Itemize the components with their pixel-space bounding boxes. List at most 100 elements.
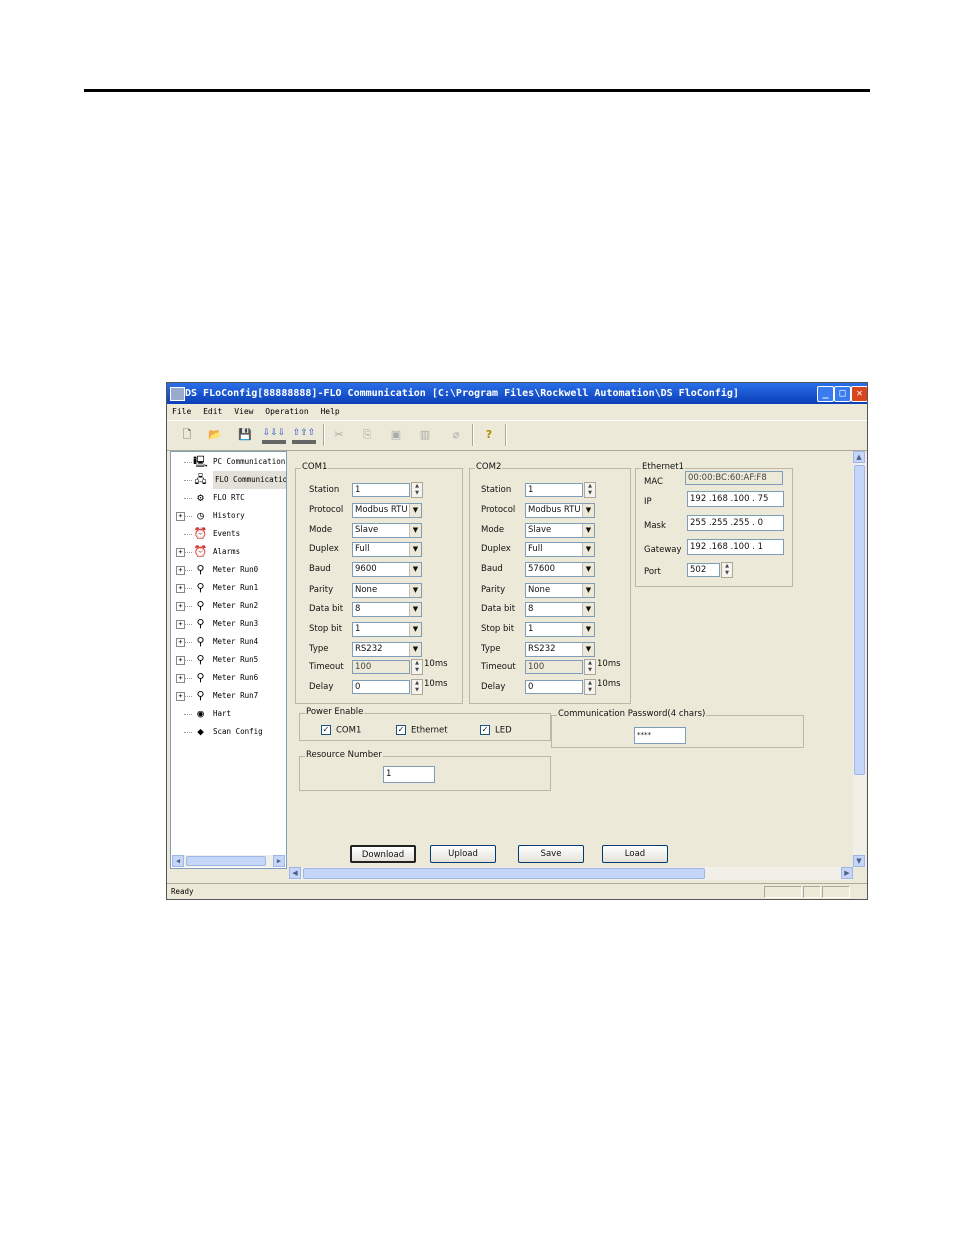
scroll-right-icon[interactable]: ▶ — [273, 855, 285, 867]
com1-station-field[interactable]: 1 — [352, 483, 410, 497]
help-icon[interactable]: ? — [479, 426, 499, 444]
com2-parity-select[interactable]: None ▼ — [525, 583, 595, 598]
com2-timeout-spinner[interactable]: ▲ ▼ — [584, 659, 596, 675]
menu-edit[interactable]: Edit — [203, 404, 222, 420]
ethernet-power-checkbox[interactable]: ✓ Ethernet — [396, 725, 448, 736]
dropdown-arrow-icon[interactable]: ▼ — [582, 623, 594, 636]
download-device-icon[interactable]: ⇩⇩⇩ — [262, 426, 286, 444]
com2-duplex-select[interactable]: Full ▼ — [525, 542, 595, 557]
tree-connector — [184, 624, 192, 625]
close-button[interactable]: ✕ — [851, 386, 867, 402]
menu-view[interactable]: View — [234, 404, 253, 420]
com2-stopbit-select[interactable]: 1 ▼ — [525, 622, 595, 637]
menu-help[interactable]: Help — [320, 404, 339, 420]
com2-baud-select[interactable]: 57600 ▼ — [525, 562, 595, 577]
com2-parity-value: None — [528, 585, 551, 595]
title-bar[interactable]: DS FLoConfig[88888888]-FLO Communication… — [167, 383, 867, 404]
page-rule — [84, 89, 870, 92]
com2-databit-label: Data bit — [481, 604, 516, 614]
dropdown-arrow-icon[interactable]: ▼ — [582, 524, 594, 537]
scroll-down-icon[interactable]: ▼ — [853, 855, 865, 867]
tree-horizontal-scrollbar[interactable]: ◀ ▶ — [172, 855, 285, 867]
dropdown-arrow-icon[interactable]: ▼ — [582, 643, 594, 656]
com2-protocol-value: Modbus RTU — [528, 505, 581, 515]
com2-delay-field[interactable]: 0 — [525, 680, 583, 694]
paste-special-icon[interactable]: ▥ — [415, 426, 435, 444]
panel-vertical-scrollbar[interactable]: ▲ ▼ — [853, 451, 866, 867]
dropdown-arrow-icon[interactable]: ▼ — [582, 504, 594, 517]
paste-icon[interactable]: ▣ — [386, 426, 406, 444]
mask-field[interactable]: 255 .255 .255 . 0 — [687, 515, 784, 531]
com1-power-checkbox[interactable]: ✓ COM1 — [321, 725, 361, 736]
tree-item-label: Meter Run7 — [213, 691, 259, 700]
dropdown-arrow-icon[interactable]: ▼ — [409, 563, 421, 576]
dropdown-arrow-icon[interactable]: ▼ — [582, 543, 594, 556]
resource-number-field[interactable]: 1 — [383, 766, 435, 783]
com2-protocol-select[interactable]: Modbus RTU ▼ — [525, 503, 595, 518]
upload-button[interactable]: Upload — [430, 845, 496, 863]
com1-timeout-field[interactable]: 100 — [352, 660, 410, 674]
upload-device-icon[interactable]: ⇧⇧⇧ — [292, 426, 316, 444]
dropdown-arrow-icon[interactable]: ▼ — [409, 643, 421, 656]
com1-station-spinner[interactable]: ▲ ▼ — [411, 482, 423, 498]
com1-timeout-spinner[interactable]: ▲ ▼ — [411, 659, 423, 675]
com2-station-spinner[interactable]: ▲ ▼ — [584, 482, 596, 498]
com1-type-select[interactable]: RS232 ▼ — [352, 642, 422, 657]
dropdown-arrow-icon[interactable]: ▼ — [582, 563, 594, 576]
com2-type-select[interactable]: RS232 ▼ — [525, 642, 595, 657]
com1-delay-field[interactable]: 0 — [352, 680, 410, 694]
ip-field[interactable]: 192 .168 .100 . 75 — [687, 491, 784, 507]
cut-icon[interactable]: ✂ — [329, 426, 349, 444]
scroll-left-icon[interactable]: ◀ — [172, 855, 184, 867]
panel-horizontal-scrollbar[interactable]: ◀ ▶ — [289, 867, 853, 880]
dropdown-arrow-icon[interactable]: ▼ — [409, 543, 421, 556]
menu-file[interactable]: File — [172, 404, 191, 420]
scroll-thumb[interactable] — [186, 856, 266, 866]
open-folder-icon[interactable]: 📂 — [205, 426, 225, 444]
maximize-button[interactable]: □ — [834, 386, 851, 402]
com2-timeout-field[interactable]: 100 — [525, 660, 583, 674]
dropdown-arrow-icon[interactable]: ▼ — [409, 524, 421, 537]
com1-baud-label: Baud — [309, 564, 331, 574]
copy-icon[interactable]: ⎘ — [357, 426, 377, 444]
password-field[interactable]: **** — [634, 727, 686, 744]
scroll-right-icon[interactable]: ▶ — [841, 867, 853, 879]
scroll-thumb[interactable] — [854, 465, 865, 775]
new-file-icon[interactable]: 🗋 — [177, 426, 197, 444]
com1-delay-unit: 10ms — [424, 679, 448, 689]
scroll-up-icon[interactable]: ▲ — [853, 451, 865, 463]
minimize-button[interactable]: _ — [817, 386, 834, 402]
load-button[interactable]: Load — [602, 845, 668, 863]
download-button[interactable]: Download — [350, 845, 416, 863]
com2-databit-select[interactable]: 8 ▼ — [525, 602, 595, 617]
save-button[interactable]: Save — [518, 845, 584, 863]
tree-connector — [184, 552, 192, 553]
mac-label: MAC — [644, 477, 663, 487]
dropdown-arrow-icon[interactable]: ▼ — [409, 623, 421, 636]
com1-protocol-select[interactable]: Modbus RTU ▼ — [352, 503, 422, 518]
com1-duplex-select[interactable]: Full ▼ — [352, 542, 422, 557]
dropdown-arrow-icon[interactable]: ▼ — [582, 584, 594, 597]
menu-operation[interactable]: Operation — [265, 404, 308, 420]
com1-baud-select[interactable]: 9600 ▼ — [352, 562, 422, 577]
com1-delay-spinner[interactable]: ▲ ▼ — [411, 679, 423, 695]
dropdown-arrow-icon[interactable]: ▼ — [582, 603, 594, 616]
eraser-icon[interactable]: ⌀ — [446, 426, 466, 444]
port-field[interactable]: 502 — [687, 563, 720, 577]
gateway-field[interactable]: 192 .168 .100 . 1 — [687, 539, 784, 555]
scroll-left-icon[interactable]: ◀ — [289, 867, 301, 879]
com1-mode-select[interactable]: Slave ▼ — [352, 523, 422, 538]
dropdown-arrow-icon[interactable]: ▼ — [409, 504, 421, 517]
dropdown-arrow-icon[interactable]: ▼ — [409, 584, 421, 597]
com2-station-field[interactable]: 1 — [525, 483, 583, 497]
save-icon[interactable]: 💾 — [235, 426, 255, 444]
com1-parity-select[interactable]: None ▼ — [352, 583, 422, 598]
port-spinner[interactable]: ▲ ▼ — [721, 562, 733, 578]
com1-stopbit-select[interactable]: 1 ▼ — [352, 622, 422, 637]
scroll-thumb[interactable] — [303, 868, 705, 879]
led-power-checkbox[interactable]: ✓ LED — [480, 725, 512, 736]
dropdown-arrow-icon[interactable]: ▼ — [409, 603, 421, 616]
com2-delay-spinner[interactable]: ▲ ▼ — [584, 679, 596, 695]
com1-databit-select[interactable]: 8 ▼ — [352, 602, 422, 617]
com2-mode-select[interactable]: Slave ▼ — [525, 523, 595, 538]
